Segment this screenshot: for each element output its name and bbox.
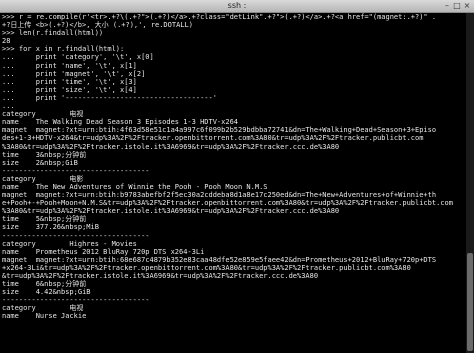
terminal-line: time 6&nbsp;分钟前 — [2, 280, 87, 289]
terminal-output[interactable]: >>> r = re.compile(r'<tr>.+?\(.+?">(.+?)… — [0, 13, 466, 353]
scrollbar[interactable] — [466, 13, 474, 353]
terminal-window: ssh : – □ × >>> r = re.compile(r'<tr>.+?… — [0, 0, 474, 353]
terminal-line: ... print 'name', '\t', x[1] — [2, 61, 137, 70]
terminal-line: name Nurse Jackie — [2, 312, 87, 321]
terminal-line: 28 — [2, 37, 11, 46]
terminal-line: time 3&nbsp;分钟前 — [2, 150, 87, 159]
terminal-line: ----------------------------------- — [2, 231, 150, 240]
terminal-line: >>> r = re.compile(r'<tr>.+?\(.+?">(.+?)… — [2, 13, 437, 21]
terminal-line: ... print 'magnet', '\t', x[2] — [2, 69, 146, 78]
terminal-line: category 电视 — [2, 110, 84, 119]
window-title: ssh : — [227, 1, 247, 10]
terminal-line: e+Pooh+-+Pooh+Moon+N.M.S&tr=udp%3A%2F%2F… — [2, 199, 453, 208]
maximize-icon[interactable]: □ — [452, 1, 462, 11]
terminal-line: %3A80&tr=udp%3A%2F%2Ftracker.istole.it%3… — [2, 142, 340, 151]
terminal-line: category 电视 — [2, 304, 84, 313]
terminal-line: des+1-3+HDTV-x264&tr=udp%3A%2F%2Ftracker… — [2, 134, 424, 143]
terminal-line: >>> for x in r.findall(html): — [2, 45, 125, 54]
terminal-line: name The Walking Dead Season 3 Episodes … — [2, 118, 239, 127]
terminal-line: ... print '-----------------------------… — [2, 93, 217, 102]
terminal-line: magnet magnet:?xt=urn:btih:68e687c4879b3… — [2, 255, 437, 264]
terminal-line: +x264-3Li&tr=udp%3A%2F%2Ftracker.openbit… — [2, 263, 411, 272]
terminal-line: ... — [2, 102, 15, 111]
terminal-line: name Prometheus 2012 BluRay 720p DTS x26… — [2, 247, 205, 256]
terminal-line: ... print 'category', '\t', x[0] — [2, 53, 154, 62]
terminal-line: ... print 'time', '\t', x[3] — [2, 77, 137, 86]
terminal-line: size 377.26&nbsp;MiB — [2, 223, 99, 232]
terminal-line: magnet magnet:?xt=urn:btih:b9783abefbf2f… — [2, 191, 437, 200]
minimize-icon[interactable]: – — [442, 1, 452, 11]
terminal-line: +?日上传 <b>(.+?)</b>, 大小 (.+?),', re.DOTAL… — [2, 21, 193, 30]
title-bar[interactable]: ssh : – □ × — [0, 0, 474, 13]
terminal-line: size 2&nbsp;GiB — [2, 158, 78, 167]
terminal-line: &tr=udp%3A%2F%2Ftracker.istole.it%3A6969… — [2, 272, 319, 280]
terminal-line: ... print 'size', '\t', x[4] — [2, 85, 137, 94]
terminal-line: size 4.42&nbsp;GiB — [2, 288, 91, 297]
terminal-line: ----------------------------------- — [2, 166, 150, 175]
terminal-line: magnet magnet:?xt=urn:btih:4f63d58e51c1a… — [2, 126, 437, 135]
terminal-line: category 电影 — [2, 174, 84, 183]
terminal-line: %3A80&tr=udp%3A%2F%2Ftracker.istole.it%3… — [2, 207, 340, 216]
terminal-line: ----------------------------------- — [2, 296, 150, 305]
scrollbar-thumb[interactable] — [467, 253, 473, 351]
terminal-line: name The New Adventures of Winnie the Po… — [2, 182, 268, 191]
close-icon[interactable]: × — [462, 1, 472, 11]
terminal-line: time 5&nbsp;分钟前 — [2, 215, 87, 224]
terminal-line: >>> len(r.findall(html)) — [2, 29, 104, 38]
terminal-line: category Highres - Movies — [2, 239, 137, 248]
